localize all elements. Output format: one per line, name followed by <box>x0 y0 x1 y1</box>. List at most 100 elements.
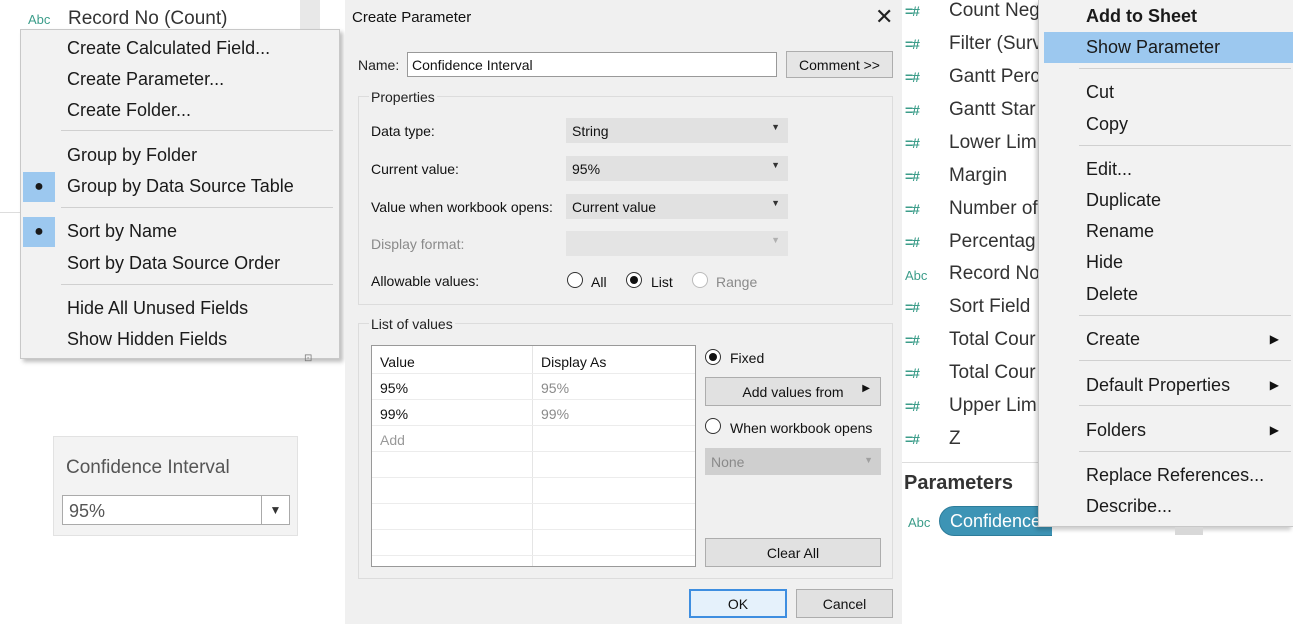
menu-item-create-parameter[interactable]: Create Parameter... <box>21 65 339 95</box>
menu-item-duplicate[interactable]: Duplicate <box>1039 185 1293 216</box>
ok-button[interactable]: OK <box>689 589 787 618</box>
when-workbook-opens-radio[interactable] <box>705 418 721 434</box>
display-format-dropdown: ▼ <box>566 231 788 256</box>
field-row[interactable]: =# Gantt Star <box>902 95 1052 125</box>
measure-field-icon: =# <box>905 299 920 315</box>
menu-item-copy[interactable]: Copy <box>1039 109 1293 140</box>
checked-bullet-icon: ● <box>23 217 55 247</box>
menu-item-create[interactable]: Create ▶ <box>1039 324 1293 355</box>
field-row[interactable]: =# Percentag <box>902 227 1052 257</box>
field-row[interactable]: =# Total Cour <box>902 358 1052 388</box>
menu-item-sort-by-name[interactable]: ● Sort by Name <box>21 217 339 247</box>
dropdown-arrow-icon: ▼ <box>771 122 780 132</box>
field-label: Gantt Perc <box>949 66 1040 87</box>
dropdown-arrow-icon: ▼ <box>771 235 780 245</box>
menu-item-create-folder[interactable]: Create Folder... <box>21 96 339 126</box>
data-type-label: Data type: <box>371 123 435 139</box>
menu-separator <box>1079 145 1291 146</box>
create-parameter-dialog: Create Parameter ✕ Name: Comment >> Prop… <box>345 0 902 624</box>
comment-button[interactable]: Comment >> <box>786 51 893 78</box>
field-row[interactable]: =# Sort Field <box>902 292 1052 322</box>
menu-item-describe[interactable]: Describe... <box>1039 491 1293 522</box>
name-input[interactable] <box>407 52 777 77</box>
table-row[interactable]: 95% 95% <box>372 374 695 400</box>
menu-item-label: Default Properties <box>1086 375 1231 395</box>
allowable-values-label: Allowable values: <box>371 273 480 289</box>
menu-item-group-by-folder[interactable]: Group by Folder <box>21 141 339 171</box>
parameter-pill[interactable]: Confidence Interval <box>939 506 1052 536</box>
fixed-label: Fixed <box>730 350 765 366</box>
dropdown-arrow-icon[interactable]: ▼ <box>261 496 289 524</box>
allowable-all-label: All <box>591 274 607 290</box>
menu-item-default-properties[interactable]: Default Properties ▶ <box>1039 370 1293 401</box>
parameter-control-value: 95% <box>69 501 106 521</box>
dropdown-arrow-icon: ▼ <box>771 198 780 208</box>
column-header-display-as: Display As <box>541 354 607 370</box>
allowable-all-radio[interactable] <box>567 272 583 288</box>
current-value-dropdown[interactable]: 95% ▼ <box>566 156 788 181</box>
add-values-from-button[interactable]: Add values from ▶ <box>705 377 881 406</box>
menu-item-rename[interactable]: Rename <box>1039 216 1293 247</box>
field-row[interactable]: =# Gantt Perc <box>902 62 1052 92</box>
menu-item-edit[interactable]: Edit... <box>1039 154 1293 185</box>
menu-item-replace-references[interactable]: Replace References... <box>1039 460 1293 491</box>
menu-item-label: Add to Sheet <box>1086 6 1197 26</box>
field-row[interactable]: =# Filter (Surv <box>902 29 1052 59</box>
clear-all-button[interactable]: Clear All <box>705 538 881 567</box>
parameter-control-dropdown[interactable]: 95% ▼ <box>62 495 290 525</box>
string-field-icon: Abc <box>28 12 51 27</box>
when-workbook-opens-dropdown: None ▼ <box>705 448 881 475</box>
menu-item-show-hidden-fields[interactable]: Show Hidden Fields <box>21 325 339 355</box>
parameter-control-title: Confidence Interval <box>66 457 230 478</box>
menu-item-hide-all-unused-fields[interactable]: Hide All Unused Fields <box>21 294 339 324</box>
field-label: Record No (Count) <box>68 8 228 29</box>
field-row[interactable]: =# Number of <box>902 194 1052 224</box>
menu-item-label: Folders <box>1086 420 1147 440</box>
menu-item-hide[interactable]: Hide <box>1039 247 1293 278</box>
menu-item-show-parameter[interactable]: Show Parameter <box>1044 32 1293 63</box>
values-table[interactable]: Value Display As 95% 95% 99% 99% Add <box>371 345 696 567</box>
field-row[interactable]: =# Lower Lim <box>902 128 1052 158</box>
menu-item-delete[interactable]: Delete <box>1039 279 1293 310</box>
menu-item-add-to-sheet[interactable]: Add to Sheet <box>1039 1 1293 32</box>
menu-separator <box>61 207 333 208</box>
add-placeholder[interactable]: Add <box>380 432 405 448</box>
menu-item-label: Sort by Name <box>67 221 178 241</box>
field-row[interactable]: =# Margin <box>902 161 1052 191</box>
row-display[interactable]: 95% <box>541 380 569 396</box>
data-type-dropdown[interactable]: String ▼ <box>566 118 788 143</box>
submenu-arrow-icon: ▶ <box>1269 332 1279 346</box>
field-row[interactable]: =# Total Cour <box>902 325 1052 355</box>
scrollbar[interactable] <box>300 0 320 30</box>
menu-item-create-calculated-field[interactable]: Create Calculated Field... <box>21 34 339 64</box>
menu-item-sort-by-data-source-order[interactable]: Sort by Data Source Order <box>21 249 339 279</box>
close-icon[interactable]: ✕ <box>875 4 893 30</box>
cancel-button[interactable]: Cancel <box>796 589 893 618</box>
measure-field-icon: =# <box>905 398 920 414</box>
menu-shadow-strip <box>1175 527 1203 535</box>
menu-separator <box>1079 451 1291 452</box>
menu-item-group-by-data-source-table[interactable]: ● Group by Data Source Table <box>21 172 339 202</box>
menu-separator <box>1079 315 1291 316</box>
field-row[interactable]: Abc Record No <box>902 259 1052 289</box>
parameter-control-card: Confidence Interval 95% ▼ <box>53 436 298 536</box>
table-row-empty <box>372 478 695 504</box>
row-value[interactable]: 99% <box>380 406 408 422</box>
column-header-value: Value <box>380 354 415 370</box>
fixed-radio[interactable] <box>705 349 721 365</box>
field-row[interactable]: =# Count Neg <box>902 0 1052 26</box>
row-display[interactable]: 99% <box>541 406 569 422</box>
allowable-list-radio[interactable] <box>626 272 642 288</box>
field-row[interactable]: Abc Record No (Count) <box>0 4 300 32</box>
table-row-add[interactable]: Add <box>372 426 695 452</box>
menu-item-folders[interactable]: Folders ▶ <box>1039 415 1293 446</box>
table-row[interactable]: 99% 99% <box>372 400 695 426</box>
field-row[interactable]: =# Upper Lim <box>902 391 1052 421</box>
row-value[interactable]: 95% <box>380 380 408 396</box>
field-label: Sort Field <box>949 296 1031 317</box>
when-workbook-opens-label: When workbook opens <box>730 420 873 436</box>
field-row[interactable]: =# Z <box>902 424 1052 454</box>
menu-item-cut[interactable]: Cut <box>1039 77 1293 108</box>
workbook-opens-dropdown[interactable]: Current value ▼ <box>566 194 788 219</box>
menu-item-label: Show Parameter <box>1086 37 1221 57</box>
